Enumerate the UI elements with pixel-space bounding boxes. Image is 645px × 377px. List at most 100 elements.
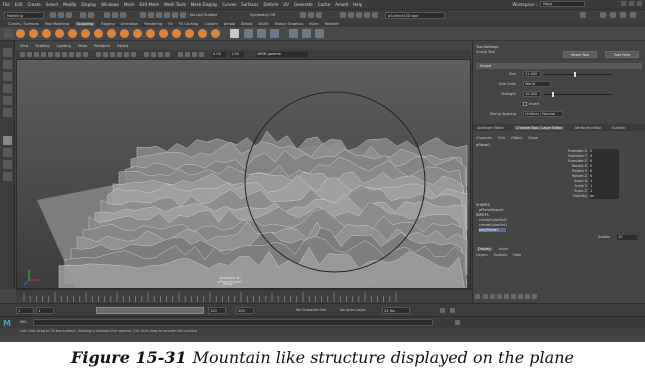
menu-mesh-tools[interactable]: Mesh Tools: [164, 2, 186, 7]
open-scene-icon[interactable]: [58, 12, 64, 18]
field-chart-icon[interactable]: [69, 52, 74, 57]
editor-tab-outliner[interactable]: Outliner: [612, 126, 626, 130]
subdiv-field[interactable]: 10: [617, 235, 637, 240]
save-scene-icon[interactable]: [66, 12, 72, 18]
shelf-tab-fx-caching[interactable]: FX Caching: [179, 22, 199, 26]
layer-menu-options[interactable]: Options: [494, 253, 508, 257]
textured-icon[interactable]: [117, 52, 122, 57]
size-slider[interactable]: [544, 72, 612, 77]
move-tool-icon[interactable]: [3, 84, 12, 93]
undo-icon[interactable]: [80, 12, 86, 18]
use-all-lights-icon[interactable]: [124, 52, 129, 57]
shelf-tab-arnold[interactable]: Arnold: [224, 22, 235, 26]
shadows-icon[interactable]: [131, 52, 136, 57]
character-set-label[interactable]: No Character Set: [296, 308, 326, 312]
step-back-frame-icon[interactable]: [497, 294, 502, 299]
menu-edit[interactable]: Edit: [15, 2, 23, 7]
mask-icon[interactable]: [270, 29, 279, 38]
select-hierarchy-icon[interactable]: [104, 12, 110, 18]
sculpt-tool-icon[interactable]: [16, 29, 25, 38]
smooth-shade-icon[interactable]: [103, 52, 108, 57]
menu-select[interactable]: Select: [46, 2, 58, 7]
bookmarks-icon[interactable]: [27, 52, 32, 57]
snap-point-icon[interactable]: [156, 12, 162, 18]
shelf-tab-rigging[interactable]: Rigging: [101, 22, 114, 26]
film-gate-icon[interactable]: [48, 52, 53, 57]
menu-help[interactable]: Help: [353, 2, 362, 7]
shelf-tab-poly-modeling[interactable]: Poly Modeling: [45, 22, 69, 26]
snap-surface-icon[interactable]: [164, 12, 170, 18]
bulge-tool-icon[interactable]: [211, 29, 220, 38]
auto-key-icon[interactable]: [440, 308, 445, 313]
imprint-tool-icon[interactable]: [133, 29, 142, 38]
strength-slider-handle[interactable]: [552, 92, 554, 97]
convert-to-frozen-icon[interactable]: [257, 29, 266, 38]
menu-file[interactable]: File: [3, 2, 10, 7]
jump-end-icon[interactable]: [532, 294, 537, 299]
image-plane-icon[interactable]: [34, 52, 39, 57]
isolate-select-icon[interactable]: [178, 52, 183, 57]
scene-start-field[interactable]: 1: [16, 307, 34, 314]
wax-tool-icon[interactable]: [146, 29, 155, 38]
safe-title-icon[interactable]: [83, 52, 88, 57]
grab-tool-icon[interactable]: [55, 29, 64, 38]
script-editor-icon[interactable]: [455, 320, 460, 325]
menu-surfaces[interactable]: Surfaces: [241, 2, 258, 7]
freeze-tool-icon[interactable]: [244, 29, 253, 38]
menu-generate[interactable]: Generate: [294, 2, 313, 7]
snap-view-icon[interactable]: [172, 12, 178, 18]
render-frame-icon[interactable]: [300, 12, 306, 18]
ipr-render-icon[interactable]: [308, 12, 314, 18]
single-perspective-layout-icon[interactable]: [3, 136, 12, 145]
depth-of-field-icon[interactable]: [165, 52, 170, 57]
safe-action-icon[interactable]: [76, 52, 81, 57]
attribute-value[interactable]: 0: [589, 164, 619, 169]
menu-deform[interactable]: Deform: [263, 2, 278, 7]
make-live-icon[interactable]: [180, 12, 186, 18]
screen-space-ao-icon[interactable]: [144, 52, 149, 57]
shelf-tab-sculpting[interactable]: Sculpting: [74, 21, 96, 26]
invert-freeze-icon[interactable]: [302, 29, 311, 38]
layer-menu-help[interactable]: Help: [513, 253, 521, 257]
xray-joints-icon[interactable]: [192, 52, 197, 57]
smear-tool-icon[interactable]: [198, 29, 207, 38]
wireframe-icon[interactable]: [96, 52, 101, 57]
attribute-value[interactable]: 1: [589, 179, 619, 184]
select-component-icon[interactable]: [120, 12, 126, 18]
size-units-dropdown[interactable]: World: [523, 81, 551, 87]
layer-tab-display[interactable]: Display: [476, 247, 493, 251]
shelf-tab-motion-graphics[interactable]: Motion Graphics: [275, 22, 303, 26]
shelf-tab-xgen[interactable]: XGen: [309, 22, 318, 26]
four-view-layout-icon[interactable]: [3, 148, 12, 157]
shape-item[interactable]: pPlaneShape1: [479, 208, 504, 212]
sculpt-section-header[interactable]: Sculpt: [476, 63, 642, 69]
menu-display[interactable]: Display: [81, 2, 96, 7]
redo-icon[interactable]: [88, 12, 94, 18]
jump-start-icon[interactable]: [483, 294, 488, 299]
channel-box-toggle-icon[interactable]: [630, 12, 636, 18]
strength-slider[interactable]: [544, 92, 612, 97]
snap-curve-icon[interactable]: [148, 12, 154, 18]
menu-uv[interactable]: UV: [283, 2, 289, 7]
pinch-tool-icon[interactable]: [68, 29, 77, 38]
render-view-icon[interactable]: [348, 12, 354, 18]
menu-edit-mesh[interactable]: Edit Mesh: [140, 2, 160, 7]
stamp-dropdown[interactable]: Uniform / Normal: [523, 111, 563, 117]
menu-cache[interactable]: Cache: [318, 2, 330, 7]
persp-outliner-layout-icon[interactable]: [3, 160, 12, 169]
shelf-options-icon[interactable]: [4, 29, 13, 38]
input-node-item[interactable]: createColorSet1: [479, 218, 507, 222]
step-back-key-icon[interactable]: [490, 294, 495, 299]
menu-modify[interactable]: Modify: [63, 2, 76, 7]
hypershade-icon[interactable]: [340, 12, 346, 18]
motion-blur-icon[interactable]: [151, 52, 156, 57]
attribute-editor-toggle-icon[interactable]: [610, 12, 616, 18]
reset-tool-button[interactable]: Reset Tool: [563, 51, 597, 58]
input-node-item[interactable]: createColorSet1: [479, 223, 507, 227]
size-slider-handle[interactable]: [574, 72, 576, 77]
layer-tab-anim[interactable]: Anim: [499, 247, 508, 251]
relax-tool-icon[interactable]: [42, 29, 51, 38]
select-object-icon[interactable]: [112, 12, 118, 18]
layer-menu-layers[interactable]: Layers: [476, 253, 488, 257]
channel-menu-channels[interactable]: Channels: [476, 136, 492, 140]
